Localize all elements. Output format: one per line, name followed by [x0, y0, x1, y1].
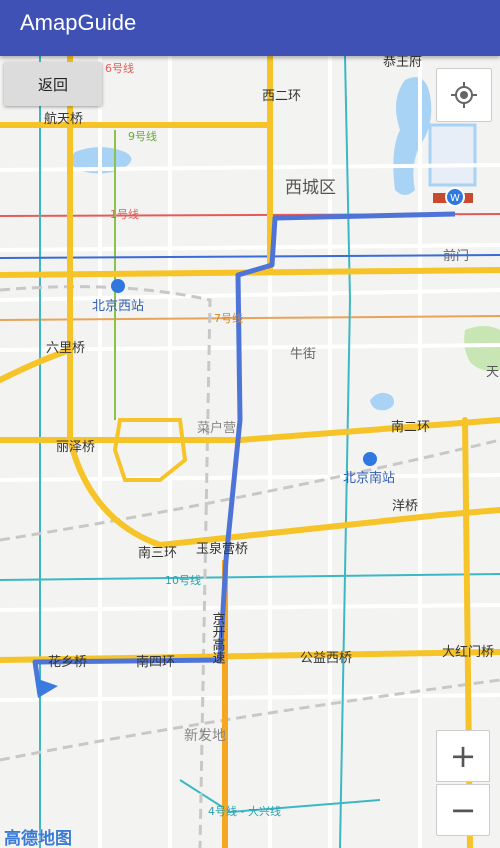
label-liuliqiao: 六里桥 [46, 341, 85, 356]
label-yangqiao: 洋桥 [392, 499, 418, 514]
label-gongyixiqiao: 公益西桥 [300, 651, 352, 666]
label-xierhuan: 西二环 [262, 89, 301, 104]
label-lizeqiao: 丽泽桥 [56, 440, 95, 455]
map-view[interactable]: W 恭王府 6号线 西二环 航天桥 9号线 西城区 1号线 前门 北京西站 7号… [0, 56, 500, 848]
label-nansihuan: 南四环 [136, 654, 175, 670]
label-jingkaigaosu: 京开高速 [210, 612, 226, 664]
label-caihuying: 菜户营 [197, 420, 236, 436]
label-dahongmenqiao: 大红门桥 [442, 644, 494, 660]
locate-button[interactable] [436, 68, 492, 122]
label-niujie: 牛街 [290, 347, 316, 362]
amap-logo: 高德地图 [4, 829, 72, 848]
label-line9: 9号线 [128, 129, 157, 143]
app-bar: AmapGuide [0, 0, 500, 56]
app-root: AmapGuide W 恭王府 6号线 西二环 航天桥 9号线 西城区 1号线 … [0, 0, 500, 848]
label-huaxiangqiao: 花乡桥 [48, 654, 87, 670]
label-naner-huan: 南二环 [391, 419, 430, 435]
label-gongwangfu: 恭王府 [383, 56, 422, 70]
label-beijingnanzhan: 北京南站 [343, 470, 395, 486]
label-line6: 6号线 [105, 61, 134, 75]
zoom-out-button[interactable]: − [436, 784, 490, 836]
locate-icon [451, 82, 477, 108]
app-title: AmapGuide [20, 10, 137, 35]
label-beijingxizhan: 北京西站 [92, 299, 144, 314]
svg-text:W: W [450, 193, 460, 204]
label-tian: 天 [486, 365, 499, 380]
zoom-in-button[interactable]: + [436, 730, 490, 782]
label-yuquanyingqiao: 玉泉营桥 [196, 541, 248, 557]
label-xichengqu: 西城区 [285, 178, 336, 198]
label-hangtianqiao: 航天桥 [44, 111, 83, 127]
label-xinfadi: 新发地 [184, 728, 226, 744]
label-line4: 4号线 - 大兴线 [208, 804, 281, 818]
label-line7: 7号线 [214, 311, 243, 325]
label-line10: 10号线 [165, 573, 201, 587]
label-nansanhuan: 南三环 [138, 545, 177, 561]
back-button[interactable]: 返回 [4, 62, 102, 106]
label-line1: 1号线 [110, 207, 139, 221]
label-qianmen: 前门 [443, 248, 469, 264]
